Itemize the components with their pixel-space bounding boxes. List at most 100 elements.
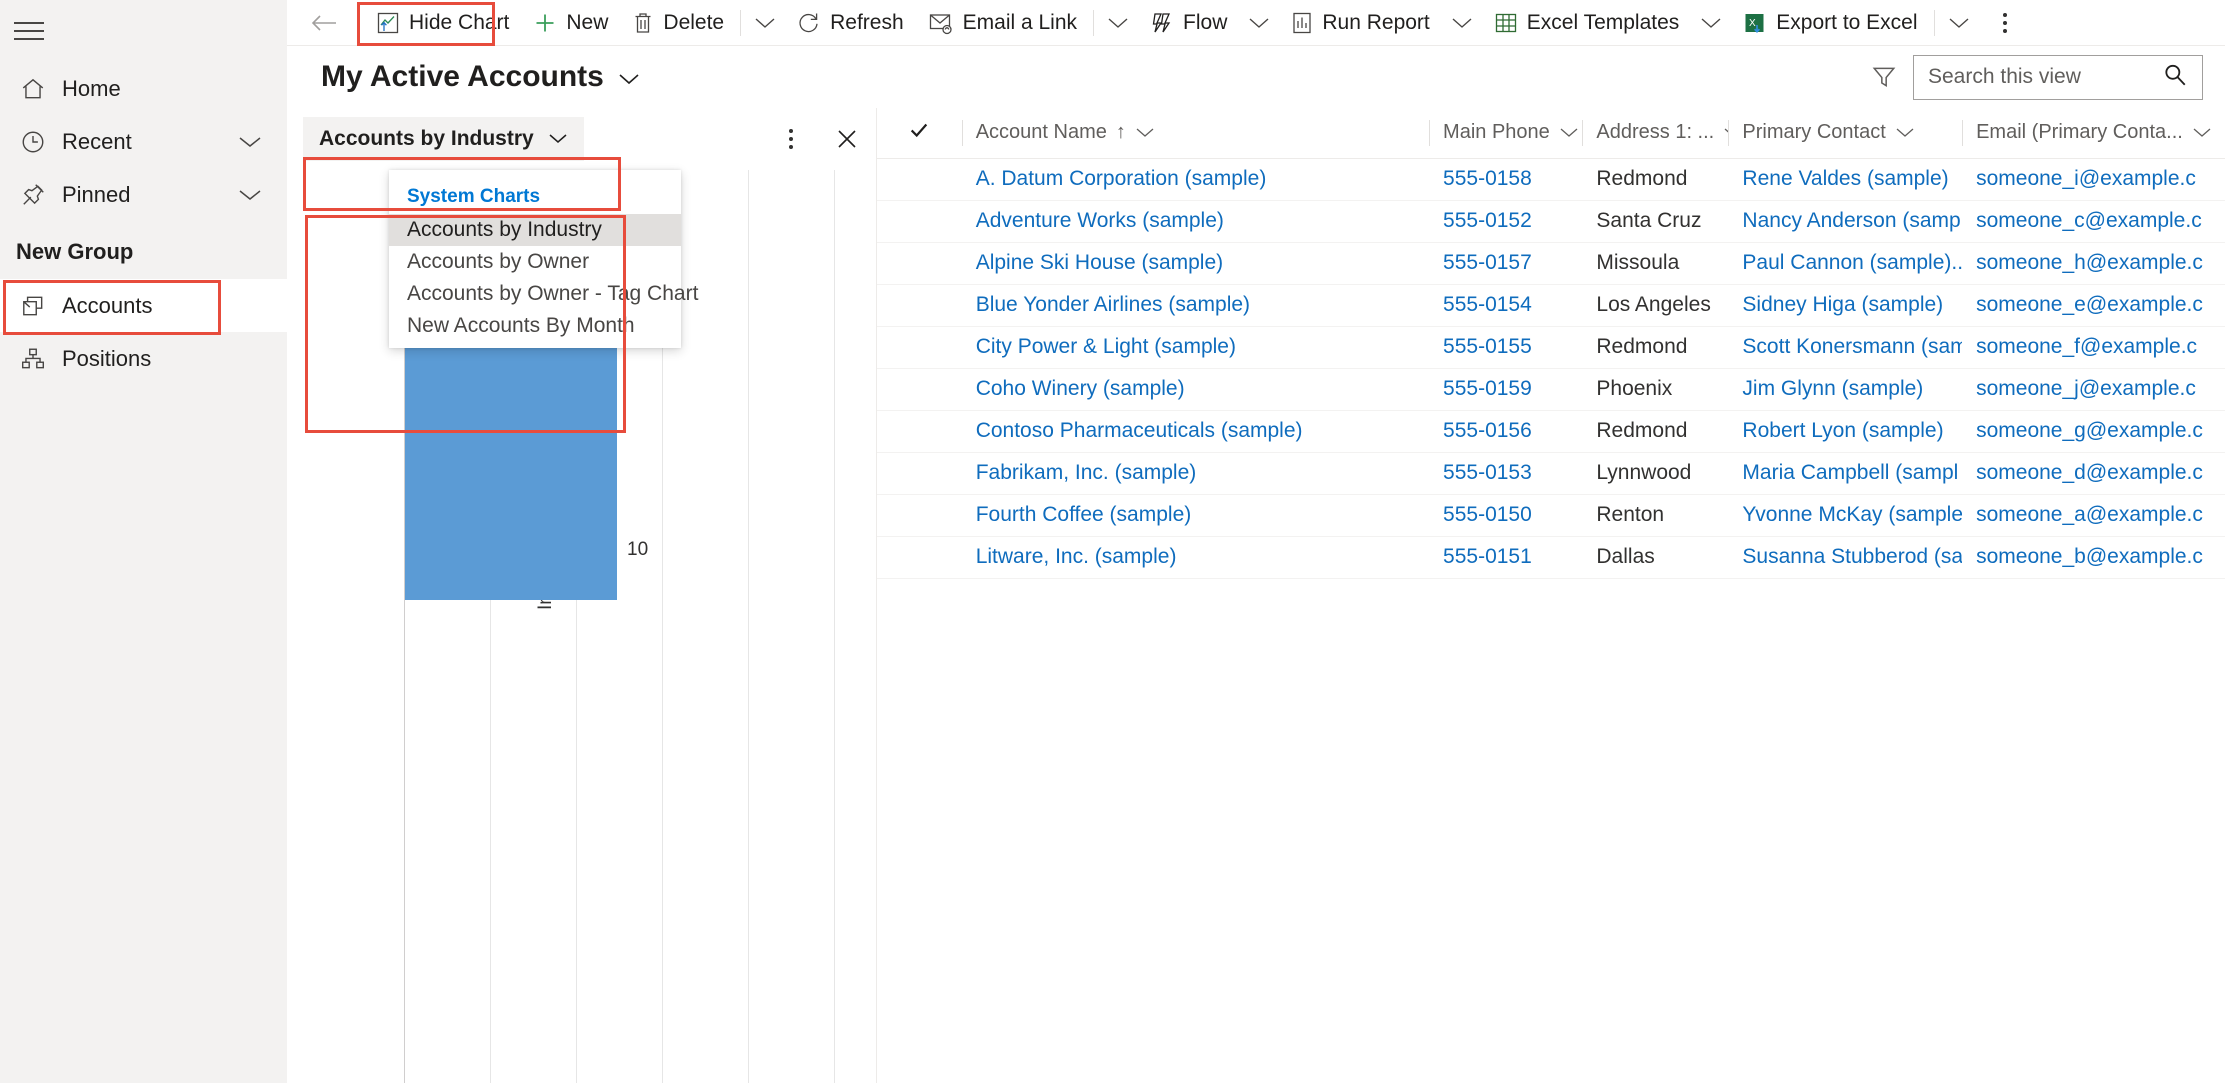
cell-account-name[interactable]: Blue Yonder Airlines (sample): [961, 284, 1430, 327]
cell-account-name[interactable]: Fabrikam, Inc. (sample): [961, 452, 1430, 495]
cell-email-primary-contact[interactable]: someone_h@example.c: [1962, 242, 2225, 285]
table-row[interactable]: City Power & Light (sample) 555-0155 Redmo…: [877, 326, 2225, 369]
chevron-down-icon[interactable]: [1895, 121, 1915, 144]
row-checkbox[interactable]: [877, 200, 962, 243]
chevron-down-icon[interactable]: [1135, 121, 1155, 144]
table-row[interactable]: Alpine Ski House (sample) 555-0157 Missoul…: [877, 242, 2225, 285]
dropdown-item-accounts-by-owner[interactable]: Accounts by Owner: [389, 246, 681, 278]
refresh-button[interactable]: Refresh: [785, 0, 916, 45]
cell-account-name[interactable]: A. Datum Corporation (sample): [961, 158, 1430, 201]
chevron-down-icon[interactable]: [1559, 121, 1579, 144]
column-header-account-name[interactable]: Account Name ↑: [961, 108, 1430, 159]
table-row[interactable]: Adventure Works (sample) 555-0152 Santa Cr…: [877, 200, 2225, 243]
chevron-down-icon[interactable]: [227, 187, 273, 203]
cell-main-phone[interactable]: 555-0150: [1429, 494, 1583, 537]
row-checkbox[interactable]: [877, 284, 962, 327]
select-all-checkbox[interactable]: [877, 108, 962, 159]
dropdown-item-accounts-by-industry[interactable]: Accounts by Industry: [389, 214, 681, 246]
cell-primary-contact[interactable]: Jim Glynn (sample): [1728, 368, 1963, 411]
table-row[interactable]: Coho Winery (sample) 555-0159 Phoenix Jim G…: [877, 368, 2225, 411]
export-excel-caret[interactable]: [1939, 0, 1979, 45]
cell-main-phone[interactable]: 555-0155: [1429, 326, 1583, 369]
more-commands-button[interactable]: [1983, 0, 2027, 45]
column-header-primary-contact[interactable]: Primary Contact: [1728, 108, 1963, 159]
chart-selector-button[interactable]: Accounts by Industry: [303, 117, 584, 161]
row-checkbox[interactable]: [877, 410, 962, 453]
cell-primary-contact[interactable]: Susanna Stubberod (sa: [1728, 536, 1963, 579]
cell-email-primary-contact[interactable]: someone_a@example.c: [1962, 494, 2225, 537]
export-to-excel-button[interactable]: X Export to Excel: [1731, 0, 1929, 45]
cell-email-primary-contact[interactable]: someone_f@example.c: [1962, 326, 2225, 369]
cell-account-name[interactable]: Fourth Coffee (sample): [961, 494, 1430, 537]
cell-email-primary-contact[interactable]: someone_g@example.c: [1962, 410, 2225, 453]
run-report-caret[interactable]: [1442, 0, 1482, 45]
cell-main-phone[interactable]: 555-0152: [1429, 200, 1583, 243]
hide-chart-button[interactable]: Hide Chart: [364, 0, 521, 45]
cell-account-name[interactable]: Alpine Ski House (sample): [961, 242, 1430, 285]
dropdown-item-accounts-by-owner-tag-chart[interactable]: Accounts by Owner - Tag Chart: [389, 278, 698, 310]
cell-primary-contact[interactable]: Rene Valdes (sample): [1728, 158, 1963, 201]
sidebar-item-recent[interactable]: Recent: [0, 115, 287, 168]
row-checkbox[interactable]: [877, 326, 962, 369]
cell-email-primary-contact[interactable]: someone_d@example.c: [1962, 452, 2225, 495]
chart-bar[interactable]: [405, 335, 617, 600]
row-checkbox[interactable]: [877, 368, 962, 411]
chevron-down-icon[interactable]: [227, 134, 273, 150]
delete-caret[interactable]: [745, 0, 785, 45]
back-button[interactable]: [291, 0, 364, 45]
cell-primary-contact[interactable]: Nancy Anderson (samp: [1728, 200, 1963, 243]
cell-account-name[interactable]: Litware, Inc. (sample): [961, 536, 1430, 579]
table-row[interactable]: Fabrikam, Inc. (sample) 555-0153 Lynnwood M…: [877, 452, 2225, 495]
cell-account-name[interactable]: Adventure Works (sample): [961, 200, 1430, 243]
column-header-email-primary-contact[interactable]: Email (Primary Conta...: [1962, 108, 2225, 159]
cell-account-name[interactable]: Contoso Pharmaceuticals (sample): [961, 410, 1430, 453]
cell-email-primary-contact[interactable]: someone_i@example.c: [1962, 158, 2225, 201]
cell-primary-contact[interactable]: Maria Campbell (sampl: [1728, 452, 1963, 495]
flow-caret[interactable]: [1239, 0, 1279, 45]
dropdown-item-new-accounts-by-month[interactable]: New Accounts By Month: [389, 310, 681, 342]
email-a-link-button[interactable]: Email a Link: [916, 0, 1089, 45]
table-row[interactable]: Contoso Pharmaceuticals (sample) 555-0156…: [877, 410, 2225, 453]
new-button[interactable]: New: [521, 0, 620, 45]
row-checkbox[interactable]: [877, 158, 962, 201]
cell-email-primary-contact[interactable]: someone_j@example.c: [1962, 368, 2225, 411]
cell-main-phone[interactable]: 555-0159: [1429, 368, 1583, 411]
filter-icon[interactable]: [1869, 62, 1899, 92]
cell-main-phone[interactable]: 555-0156: [1429, 410, 1583, 453]
cell-email-primary-contact[interactable]: someone_b@example.c: [1962, 536, 2225, 579]
table-row[interactable]: Fourth Coffee (sample) 555-0150 Renton Yvon…: [877, 494, 2225, 537]
excel-templates-button[interactable]: Excel Templates: [1482, 0, 1692, 45]
cell-primary-contact[interactable]: Scott Konersmann (sam: [1728, 326, 1963, 369]
excel-templates-caret[interactable]: [1691, 0, 1731, 45]
sidebar-item-positions[interactable]: Positions: [0, 332, 287, 385]
run-report-button[interactable]: Run Report: [1279, 0, 1441, 45]
cell-primary-contact[interactable]: Yvonne McKay (sample: [1728, 494, 1963, 537]
cell-email-primary-contact[interactable]: someone_e@example.c: [1962, 284, 2225, 327]
cell-main-phone[interactable]: 555-0154: [1429, 284, 1583, 327]
more-options-icon[interactable]: [776, 124, 806, 154]
cell-main-phone[interactable]: 555-0158: [1429, 158, 1583, 201]
cell-primary-contact[interactable]: Sidney Higa (sample): [1728, 284, 1963, 327]
row-checkbox[interactable]: [877, 242, 962, 285]
table-row[interactable]: A. Datum Corporation (sample) 555-0158 Red…: [877, 158, 2225, 201]
column-header-main-phone[interactable]: Main Phone: [1429, 108, 1583, 159]
column-header-address-1[interactable]: Address 1: ...: [1582, 108, 1729, 159]
site-map-toggle[interactable]: [0, 0, 287, 62]
flow-button[interactable]: Flow: [1138, 0, 1239, 45]
search-box[interactable]: Search this view: [1913, 54, 2203, 100]
cell-main-phone[interactable]: 555-0153: [1429, 452, 1583, 495]
row-checkbox[interactable]: [877, 494, 962, 537]
sidebar-item-accounts[interactable]: Accounts: [0, 279, 287, 332]
search-icon[interactable]: [2162, 62, 2188, 93]
sidebar-item-home[interactable]: Home: [0, 62, 287, 115]
table-row[interactable]: Blue Yonder Airlines (sample) 555-0154 Los…: [877, 284, 2225, 327]
table-row[interactable]: Litware, Inc. (sample) 555-0151 Dallas Susa…: [877, 536, 2225, 579]
delete-button[interactable]: Delete: [620, 0, 736, 45]
sidebar-item-pinned[interactable]: Pinned: [0, 168, 287, 221]
cell-main-phone[interactable]: 555-0157: [1429, 242, 1583, 285]
cell-primary-contact[interactable]: Paul Cannon (sample)..: [1728, 242, 1963, 285]
row-checkbox[interactable]: [877, 452, 962, 495]
cell-primary-contact[interactable]: Robert Lyon (sample): [1728, 410, 1963, 453]
cell-main-phone[interactable]: 555-0151: [1429, 536, 1583, 579]
chevron-down-icon[interactable]: [2192, 121, 2212, 144]
